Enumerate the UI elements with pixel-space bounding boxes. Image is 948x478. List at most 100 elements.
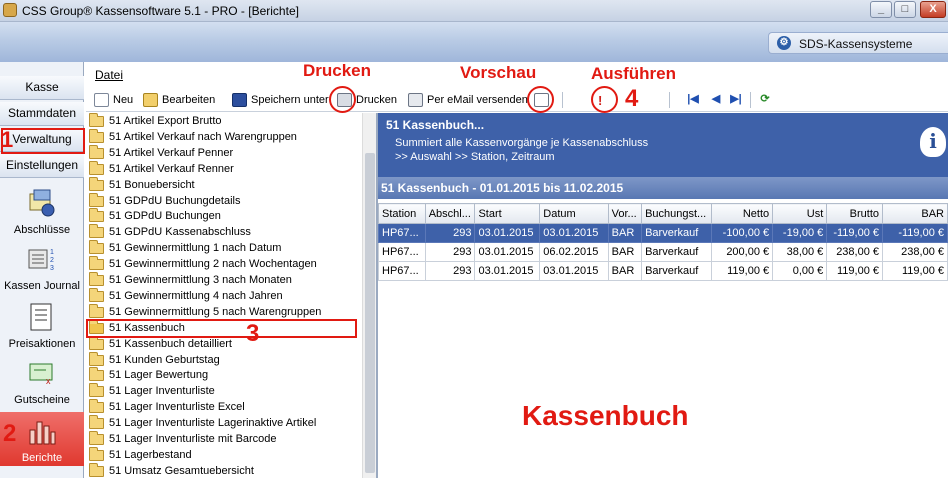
report-list-item-label: 51 Artikel Verkauf Penner [109, 146, 234, 159]
report-list-item[interactable]: 51 Artikel Verkauf nach Warengruppen [86, 128, 356, 145]
svg-text:x: x [46, 376, 51, 386]
table-cell: 03.01.2015 [474, 261, 541, 281]
table-cell: 238,00 € [826, 242, 884, 262]
folder-icon [89, 431, 104, 445]
annotation-box-kassenbuch [86, 319, 357, 338]
nav-kasse-button[interactable]: Kasse [0, 76, 84, 100]
folder-icon [89, 303, 104, 318]
nav-stammdaten-button[interactable]: Stammdaten [0, 102, 84, 126]
table-cell: 0,00 € [772, 261, 828, 281]
annotation-number-1: 1 [1, 127, 14, 152]
report-path: >> Auswahl >> Station, Zeitraum [395, 151, 555, 163]
close-button[interactable]: X [920, 1, 946, 18]
print-label: Drucken [356, 94, 397, 106]
table-cell: HP67... [378, 261, 426, 281]
new-button[interactable]: Neu [94, 91, 133, 109]
folder-icon [89, 176, 104, 191]
folder-icon [89, 287, 104, 302]
report-list-item-label: 51 Lager Inventurliste [109, 385, 215, 398]
next-record-icon[interactable]: ▶| [729, 92, 743, 106]
report-list-item[interactable]: 51 Artikel Verkauf Penner [86, 144, 356, 161]
report-list-item-label: 51 Kassenbuch detailliert [109, 337, 232, 350]
annotation-circle-preview [527, 86, 554, 113]
price-action-icon [30, 303, 52, 331]
report-list-item-label: 51 GDPdU Buchungen [109, 210, 221, 223]
report-list-item[interactable]: 51 Kunden Geburtstag [86, 351, 356, 368]
report-list-item[interactable]: 51 GDPdU Kassenabschluss [86, 224, 356, 240]
email-button[interactable]: Per eMail versenden [408, 91, 528, 109]
column-header[interactable]: Netto [710, 203, 774, 224]
column-header[interactable]: Abschl... [424, 203, 476, 224]
column-header[interactable]: BAR [882, 203, 948, 224]
report-list-item-label: 51 Bonuebersicht [109, 178, 195, 191]
previous-record-icon[interactable]: ◀ [709, 92, 723, 106]
report-list-item[interactable]: 51 Lager Inventurliste Lagerinaktive Art… [86, 415, 356, 431]
report-list-item-label: 51 Artikel Export Brutto [109, 115, 222, 127]
table-cell: 03.01.2015 [539, 223, 609, 243]
nav-kassen-journal-tile[interactable]: 1 2 3 Kassen Journal [0, 240, 84, 294]
title-bar: CSS Group® Kassensoftware 5.1 - PRO - [B… [0, 0, 948, 22]
nav-gutscheine-tile[interactable]: x Gutscheine [0, 354, 84, 408]
menu-datei[interactable]: Datei [95, 68, 123, 82]
scrollbar-thumb[interactable] [365, 153, 375, 473]
column-header[interactable]: Brutto [826, 203, 884, 224]
table-cell: -119,00 € [826, 223, 884, 243]
folder-icon [89, 415, 104, 430]
svg-text:3: 3 [50, 265, 54, 272]
nav-abschluesse-tile[interactable]: Abschlüsse [0, 184, 84, 238]
report-list-item-label: 51 Lager Bewertung [109, 369, 209, 382]
report-list-item-label: 51 Artikel Verkauf Renner [109, 162, 234, 175]
report-list-item[interactable]: 51 Gewinnermittlung 5 nach Warengruppen [86, 303, 356, 320]
report-list-item[interactable]: 51 GDPdU Buchungen [86, 208, 356, 224]
email-label: Per eMail versenden [427, 94, 528, 106]
table-cell: 38,00 € [772, 242, 828, 262]
folder-icon [89, 351, 104, 366]
folder-icon [89, 113, 104, 127]
column-header[interactable]: Buchungst... [641, 203, 712, 224]
column-header[interactable]: Vor... [607, 203, 643, 224]
save-as-button[interactable]: Speichern unter [232, 91, 329, 109]
report-list-item[interactable]: 51 Artikel Verkauf Renner [86, 160, 356, 177]
table-cell: 293 [424, 261, 476, 281]
table-cell: 119,00 € [882, 261, 948, 281]
report-list-item[interactable]: 51 Gewinnermittlung 3 nach Monaten [86, 272, 356, 288]
folder-icon [89, 240, 104, 255]
report-list-item[interactable]: 51 Lager Bewertung [86, 367, 356, 383]
report-list-item[interactable]: 51 Artikel Export Brutto [86, 113, 356, 129]
report-list-item[interactable]: 51 Umsatz Gesamtuebersicht [86, 462, 356, 478]
report-list-item[interactable]: 51 Lager Inventurliste [86, 383, 356, 399]
report-list-item[interactable]: 51 Gewinnermittlung 1 nach Datum [86, 240, 356, 256]
table-cell: Barverkauf [641, 242, 712, 262]
report-list-item[interactable]: 51 Gewinnermittlung 4 nach Jahren [86, 287, 356, 304]
maximize-button[interactable]: □ [894, 1, 916, 18]
column-header[interactable]: Datum [539, 203, 609, 224]
column-header[interactable]: Ust [772, 203, 828, 224]
table-cell: 03.01.2015 [474, 223, 541, 243]
nav-preisaktionen-tile[interactable]: Preisaktionen [0, 298, 84, 352]
report-list-item-label: 51 Kunden Geburtstag [109, 353, 220, 366]
report-list-item[interactable]: 51 Lager Inventurliste Excel [86, 399, 356, 415]
folder-open-icon [143, 93, 158, 107]
edit-button[interactable]: Bearbeiten [143, 91, 215, 109]
table-cell: 06.02.2015 [539, 242, 609, 262]
column-header[interactable]: Station [378, 203, 426, 224]
table-row[interactable]: HP67... 293 03.01.2015 06.02.2015 BAR Barverk… [378, 242, 948, 262]
minimize-button[interactable]: _ [870, 1, 892, 18]
report-list-item[interactable]: 51 Gewinnermittlung 2 nach Wochentagen [86, 256, 356, 272]
annotation-vorschau: Vorschau [460, 63, 537, 82]
report-list-scrollbar[interactable] [362, 113, 376, 478]
report-list-item[interactable]: 51 Bonuebersicht [86, 176, 356, 193]
column-header[interactable]: Start [474, 203, 541, 224]
first-record-icon[interactable]: |◀ [686, 92, 700, 106]
annotation-circle-execute [591, 86, 618, 113]
refresh-icon[interactable]: ⟳ [758, 92, 772, 106]
annotation-number-3: 3 [246, 320, 260, 347]
folder-icon [89, 128, 104, 143]
table-row[interactable]: HP67... 293 03.01.2015 03.01.2015 BAR Barverk… [378, 223, 948, 243]
table-row[interactable]: HP67... 293 03.01.2015 03.01.2015 BAR Barverk… [378, 261, 948, 281]
report-list-item[interactable]: 51 GDPdU Buchungdetails [86, 192, 356, 209]
report-list-item[interactable]: 51 Lager Inventurliste mit Barcode [86, 431, 356, 447]
nav-einstellungen-button[interactable]: Einstellungen [0, 154, 84, 178]
report-list-item[interactable]: 51 Lagerbestand [86, 446, 356, 463]
folder-icon [89, 224, 104, 239]
